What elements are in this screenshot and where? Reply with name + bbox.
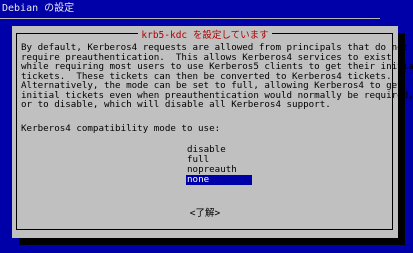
prompt-label: Kerberos4 compatibility mode to use: xyxy=(21,123,221,134)
config-dialog: krb5-kdc を設定しています By default, Kerberos4 … xyxy=(12,26,413,238)
description-line: or to disable, which will disable all Ke… xyxy=(21,99,331,110)
option-list[interactable]: disable full nopreauth none xyxy=(186,145,252,185)
ok-button[interactable]: <了解> xyxy=(12,208,398,220)
screen: { "window": { "title": "Debian の設定" }, "… xyxy=(0,0,413,253)
window-title: Debian の設定 xyxy=(2,3,75,14)
option-none[interactable]: none xyxy=(186,175,252,185)
description: By default, Kerberos4 requests are allow… xyxy=(21,43,413,110)
dialog-title-wrap: krb5-kdc を設定しています xyxy=(12,27,398,41)
title-divider xyxy=(0,18,380,19)
dialog-title: krb5-kdc を設定しています xyxy=(138,30,272,41)
